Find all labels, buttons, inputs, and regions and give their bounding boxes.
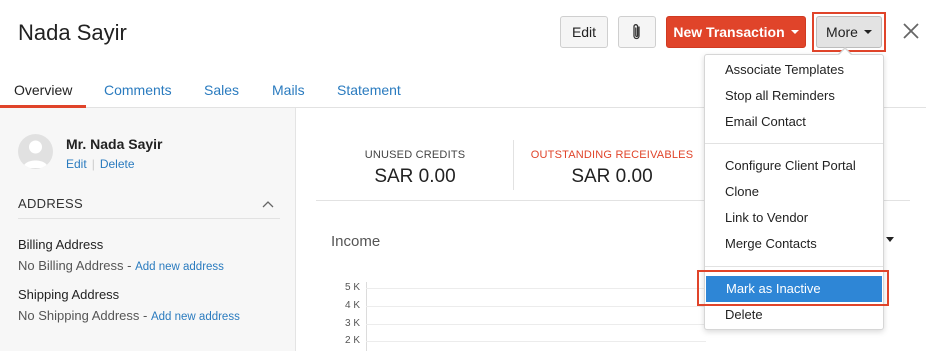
y-tick-label: 4 K [345, 300, 361, 311]
outstanding-receivables-value: SAR 0.00 [571, 166, 653, 187]
menu-item-clone[interactable]: Clone [705, 179, 883, 205]
menu-pointer-fill [839, 49, 851, 55]
add-shipping-address-link[interactable]: Add new address [151, 311, 240, 323]
chart-gridline [366, 306, 706, 307]
chart-gridline [366, 341, 706, 342]
unused-credits-label: UNUSED CREDITS [364, 149, 466, 161]
caret-down-icon [863, 30, 872, 34]
menu-divider [705, 266, 883, 267]
income-title: Income [331, 233, 381, 250]
paperclip-icon [633, 24, 640, 40]
contact-edit-link[interactable]: Edit [66, 157, 87, 171]
menu-item-merge-contacts[interactable]: Merge Contacts [705, 231, 883, 257]
avatar [18, 134, 53, 169]
user-avatar-icon [23, 140, 48, 168]
summary-divider [513, 140, 514, 190]
attach-button[interactable] [618, 16, 656, 48]
contact-sidebar: Mr. Nada Sayir Edit | Delete ADDRESS Billi… [0, 108, 296, 351]
tab-overview[interactable]: Overview [14, 82, 72, 98]
more-button[interactable]: More [816, 16, 882, 48]
section-divider [18, 218, 280, 219]
tab-sales[interactable]: Sales [204, 82, 239, 98]
add-billing-address-link[interactable]: Add new address [135, 261, 224, 273]
y-tick-label: 3 K [345, 318, 361, 329]
chevron-up-icon[interactable] [262, 200, 274, 208]
menu-divider [705, 143, 883, 144]
chart-gridline [366, 288, 706, 289]
menu-item-configure-client-portal[interactable]: Configure Client Portal [705, 153, 883, 179]
edit-button[interactable]: Edit [560, 16, 608, 48]
more-label: More [826, 24, 858, 40]
contact-delete-link[interactable]: Delete [100, 157, 135, 171]
tab-comments[interactable]: Comments [104, 82, 172, 98]
contact-actions: Edit | Delete [66, 157, 135, 171]
address-section-title: ADDRESS [18, 196, 83, 211]
new-transaction-label: New Transaction [673, 24, 785, 40]
menu-item-stop-all-reminders[interactable]: Stop all Reminders [705, 83, 883, 109]
shipping-address-value: No Shipping Address - Add new address [18, 308, 240, 323]
tab-statement[interactable]: Statement [337, 82, 401, 98]
chart-gridline [366, 324, 706, 325]
period-dropdown-icon[interactable] [886, 237, 894, 242]
shipping-address-text: No Shipping Address - [18, 308, 151, 323]
shipping-address-label: Shipping Address [18, 287, 120, 302]
outstanding-receivables-label: OUTSTANDING RECEIVABLES [530, 149, 694, 161]
new-transaction-button[interactable]: New Transaction [666, 16, 806, 48]
close-icon[interactable] [900, 20, 922, 42]
page-title: Nada Sayir [18, 20, 127, 45]
caret-down-icon [790, 30, 799, 34]
tab-mails[interactable]: Mails [272, 82, 305, 98]
menu-item-associate-templates[interactable]: Associate Templates [705, 57, 883, 83]
billing-address-value: No Billing Address - Add new address [18, 258, 224, 273]
link-separator: | [91, 157, 95, 171]
y-tick-label: 5 K [345, 282, 361, 293]
contact-name: Mr. Nada Sayir [66, 136, 163, 152]
mark-inactive-highlight [697, 270, 889, 306]
menu-item-email-contact[interactable]: Email Contact [705, 109, 883, 135]
unused-credits-value: SAR 0.00 [374, 166, 456, 187]
billing-address-text: No Billing Address - [18, 258, 136, 273]
y-tick-label: 2 K [345, 335, 361, 346]
billing-address-label: Billing Address [18, 237, 104, 252]
menu-item-link-to-vendor[interactable]: Link to Vendor [705, 205, 883, 231]
